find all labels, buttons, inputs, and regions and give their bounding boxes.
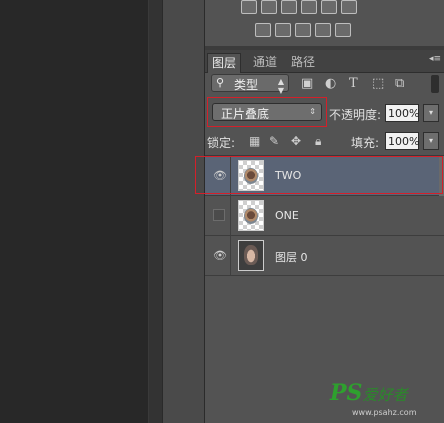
layers-list: 👁︎ TWO ONE 👁︎ 图层 0 xyxy=(195,155,444,281)
filter-toggle[interactable] xyxy=(431,75,439,93)
layer-visibility-toggle[interactable] xyxy=(205,196,231,235)
shape-filter-icon[interactable]: ⬚ xyxy=(372,76,384,91)
invert-icon[interactable] xyxy=(255,23,271,37)
collapsed-panel-dock xyxy=(162,0,205,423)
lock-move-icon[interactable]: ✥ xyxy=(291,134,301,148)
posterize-icon[interactable] xyxy=(241,0,257,14)
photo-filter-icon[interactable] xyxy=(301,0,317,14)
color-lookup-icon[interactable] xyxy=(341,0,357,14)
layer-row-two[interactable]: 👁︎ TWO xyxy=(195,156,444,196)
opacity-slider-button[interactable]: ▾ xyxy=(423,104,439,122)
selected-layer-highlight xyxy=(195,156,443,194)
layer-row-one[interactable]: ONE xyxy=(205,196,444,236)
layer-filter-select[interactable]: ⚲ 类型 ▲ ▼ xyxy=(211,74,289,95)
hidden-visibility-box xyxy=(213,209,225,221)
tab-channels[interactable]: 通道 xyxy=(249,53,281,72)
watermark-url: www.psahz.com xyxy=(352,408,417,417)
layers-panel: 图层 通道 路径 ◂≡ ⚲ 类型 ▲ ▼ ▣ ◐ T ⬚ ⧉ 正片叠底 ⇕ 不透明… xyxy=(195,0,444,423)
lock-all-icon[interactable]: 🔒︎ xyxy=(315,134,321,149)
layer-name[interactable]: ONE xyxy=(275,209,299,222)
layer-thumbnail xyxy=(238,200,264,231)
tab-layers[interactable]: 图层 xyxy=(207,53,242,73)
layer-thumbnail xyxy=(238,240,264,271)
canvas-scrollbar[interactable] xyxy=(148,0,163,423)
adjustment-filter-icon[interactable]: ◐ xyxy=(325,76,336,91)
channel-mixer-icon[interactable] xyxy=(321,0,337,14)
threshold-icon[interactable] xyxy=(295,23,311,37)
blend-mode-highlight: 正片叠底 ⇕ xyxy=(207,97,327,127)
fill-slider-button[interactable]: ▾ xyxy=(423,132,439,150)
lock-transparent-icon[interactable]: ▦ xyxy=(249,134,260,148)
eye-icon: 👁︎ xyxy=(213,169,227,182)
layer-visibility-toggle[interactable]: 👁︎ xyxy=(205,156,231,195)
fill-input[interactable]: 100% xyxy=(385,132,419,150)
panel-menu-icon[interactable]: ◂≡ xyxy=(429,54,441,64)
layers-scrollbar[interactable] xyxy=(439,156,444,196)
search-icon: ⚲ xyxy=(216,76,225,89)
gradient-map-icon[interactable] xyxy=(335,23,351,37)
dropdown-arrow-icon: ⇕ xyxy=(309,107,316,116)
pixel-filter-icon[interactable]: ▣ xyxy=(301,76,313,91)
watermark-text: 爱好者 xyxy=(362,386,408,404)
layer-visibility-toggle[interactable]: 👁︎ xyxy=(205,236,231,275)
opacity-input[interactable]: 100% xyxy=(385,104,419,122)
smart-object-filter-icon[interactable]: ⧉ xyxy=(395,76,404,91)
blend-mode-select[interactable]: 正片叠底 ⇕ xyxy=(212,103,322,121)
type-filter-icon[interactable]: T xyxy=(349,76,358,91)
watermark: PS爱好者 www.psahz.com xyxy=(330,380,416,417)
posterize-2-icon[interactable] xyxy=(275,23,291,37)
layer-thumbnail xyxy=(238,160,264,191)
balance-icon[interactable] xyxy=(261,0,277,14)
black-white-icon[interactable] xyxy=(281,0,297,14)
dropdown-arrow-icon: ▲ ▼ xyxy=(277,77,284,95)
panel-tabbar: 图层 通道 路径 ◂≡ xyxy=(205,50,444,73)
adjustments-icons-row-2 xyxy=(255,23,351,37)
layer-row-0[interactable]: 👁︎ 图层 0 xyxy=(205,236,444,276)
lock-label: 锁定: xyxy=(207,136,236,150)
filter-type-label: 类型 xyxy=(234,78,259,92)
fill-label: 填充: xyxy=(351,136,380,150)
blend-mode-value: 正片叠底 xyxy=(221,107,270,121)
document-canvas xyxy=(0,0,148,423)
opacity-label: 不透明度: xyxy=(329,108,382,122)
tab-paths[interactable]: 路径 xyxy=(287,53,319,72)
layer-name[interactable]: 图层 0 xyxy=(275,249,308,265)
layer-name[interactable]: TWO xyxy=(275,169,301,182)
watermark-logo: PS xyxy=(330,380,363,406)
lock-brush-icon[interactable]: ✎ xyxy=(269,134,279,148)
selective-color-icon[interactable] xyxy=(315,23,331,37)
eye-icon: 👁︎ xyxy=(213,249,227,262)
adjustments-icons-row-1 xyxy=(241,0,357,14)
